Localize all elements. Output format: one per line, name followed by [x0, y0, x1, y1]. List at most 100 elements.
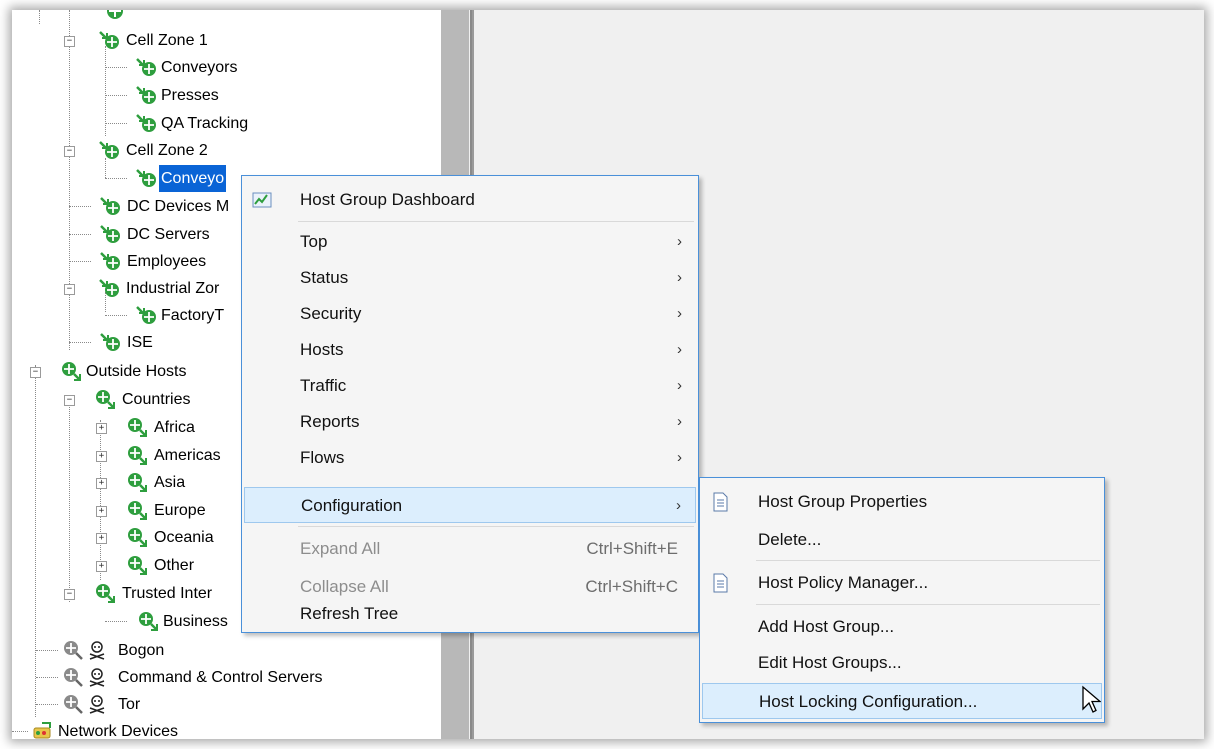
- menu-item-traffic[interactable]: Traffic ›: [244, 368, 696, 404]
- tree-node-conveyors-selected[interactable]: Conveyo: [105, 165, 227, 192]
- tree-node-bogon[interactable]: Bogon: [36, 637, 166, 664]
- configuration-submenu: Host Group Properties Delete... Host Pol…: [699, 477, 1105, 723]
- tree-node-dc-servers[interactable]: DC Servers: [69, 221, 212, 248]
- tree-node-business[interactable]: Business: [105, 608, 230, 635]
- submenu-arrow-icon: ›: [677, 449, 682, 466]
- menu-item-host-group-properties[interactable]: Host Group Properties: [702, 484, 1102, 520]
- menu-item-refresh-tree[interactable]: Refresh Tree: [244, 596, 696, 632]
- gray-host-group-icon: [64, 641, 83, 660]
- tree-node-command-control[interactable]: Command & Control Servers: [36, 664, 325, 691]
- expand-toggle[interactable]: +: [96, 533, 107, 544]
- tree-node-asia[interactable]: + Asia: [96, 469, 187, 496]
- tree-node-label: Oceania: [154, 529, 214, 546]
- tree-node-label: Business: [163, 613, 228, 630]
- menu-item-host-group-dashboard[interactable]: Host Group Dashboard: [244, 182, 696, 218]
- tree-line: [69, 342, 91, 344]
- collapse-toggle[interactable]: −: [64, 36, 75, 47]
- tree-node-label: DC Servers: [127, 226, 210, 243]
- collapse-toggle[interactable]: −: [64, 589, 75, 600]
- collapse-toggle[interactable]: −: [64, 395, 75, 406]
- skull-crossbones-icon: [89, 641, 105, 660]
- menu-item-label: Expand All: [300, 539, 381, 558]
- menu-separator: [298, 221, 694, 222]
- tree-node-label: Employees: [127, 253, 207, 270]
- tree-node-presses[interactable]: Presses: [105, 82, 221, 109]
- document-icon: [713, 573, 728, 593]
- expand-toggle[interactable]: +: [96, 506, 107, 517]
- tree-node-tor[interactable]: Tor: [36, 691, 142, 718]
- tree-node-americas[interactable]: + Americas: [96, 442, 223, 469]
- collapse-toggle[interactable]: −: [64, 284, 75, 295]
- submenu-arrow-icon: ›: [676, 497, 681, 514]
- tree-line: [69, 402, 71, 602]
- menu-item-top[interactable]: Top ›: [244, 224, 696, 260]
- application-window: − Cell Zone 1 Conveyors Presses QA Track…: [12, 10, 1204, 739]
- menu-item-edit-host-groups[interactable]: Edit Host Groups...: [702, 645, 1102, 681]
- tree-node-label: DC Devices M: [127, 198, 230, 215]
- menu-item-security[interactable]: Security ›: [244, 296, 696, 332]
- menu-item-label: Host Policy Manager...: [758, 573, 929, 592]
- menu-item-label: Edit Host Groups...: [758, 653, 902, 672]
- tree-node-qa-tracking[interactable]: QA Tracking: [105, 110, 250, 137]
- tree-node-africa[interactable]: + Africa: [96, 414, 197, 441]
- menu-item-reports[interactable]: Reports ›: [244, 404, 696, 440]
- tree-node-dc-devices[interactable]: DC Devices M: [69, 193, 231, 220]
- inside-host-group-icon: [136, 58, 156, 76]
- tree-node-other[interactable]: + Other: [96, 552, 196, 579]
- menu-item-host-policy-manager[interactable]: Host Policy Manager...: [702, 565, 1102, 601]
- tree-node-oceania[interactable]: + Oceania: [96, 524, 216, 551]
- menu-item-label: Host Group Dashboard: [300, 190, 475, 209]
- outside-host-group-icon: [96, 584, 115, 603]
- tree-node-outside-hosts[interactable]: − Outside Hosts: [30, 358, 188, 385]
- collapse-toggle[interactable]: −: [30, 367, 41, 378]
- inside-host-group-icon: [100, 197, 120, 215]
- menu-item-expand-all[interactable]: Expand All Ctrl+Shift+E: [244, 531, 696, 567]
- document-icon: [713, 492, 728, 512]
- tree-node-cell-zone-2[interactable]: − Cell Zone 2: [64, 137, 210, 164]
- inside-host-group-icon: [100, 225, 120, 243]
- expand-toggle[interactable]: +: [96, 561, 107, 572]
- expand-toggle[interactable]: +: [96, 423, 107, 434]
- tree-node-conveyors[interactable]: Conveyors: [105, 54, 239, 81]
- inside-host-group-icon: [99, 31, 119, 49]
- tree-line: [39, 10, 41, 24]
- gray-host-group-icon: [64, 668, 83, 687]
- tree-node-europe[interactable]: + Europe: [96, 497, 208, 524]
- tree-node-cell-zone-1[interactable]: − Cell Zone 1: [64, 27, 210, 54]
- expand-toggle[interactable]: +: [96, 478, 107, 489]
- tree-line: [36, 677, 58, 679]
- collapse-toggle[interactable]: −: [64, 146, 75, 157]
- submenu-arrow-icon: ›: [677, 233, 682, 250]
- tree-node-trusted-internet[interactable]: − Trusted Inter: [64, 580, 214, 607]
- menu-item-label: Top: [300, 232, 328, 251]
- tree-line: [36, 704, 58, 706]
- menu-item-label: Configuration: [301, 496, 403, 515]
- tree-line: [105, 67, 127, 69]
- tree-node-network-devices[interactable]: Network Devices: [12, 718, 180, 739]
- menu-item-label: Traffic: [300, 376, 347, 395]
- mouse-pointer-icon: [1082, 685, 1101, 713]
- submenu-arrow-icon: ›: [677, 269, 682, 286]
- tree-node-ise[interactable]: ISE: [69, 329, 155, 356]
- menu-separator: [756, 604, 1100, 605]
- dashboard-chart-icon: [252, 192, 272, 208]
- tree-node-label: Cell Zone 2: [126, 142, 208, 159]
- menu-item-hosts[interactable]: Hosts ›: [244, 332, 696, 368]
- expand-toggle[interactable]: +: [96, 451, 107, 462]
- menu-item-status[interactable]: Status ›: [244, 260, 696, 296]
- menu-item-label: Hosts: [300, 340, 344, 359]
- tree-node-employees[interactable]: Employees: [69, 248, 208, 275]
- menu-item-flows[interactable]: Flows ›: [244, 440, 696, 476]
- tree-node-factory[interactable]: FactoryT: [105, 302, 226, 329]
- menu-item-configuration[interactable]: Configuration ›: [244, 487, 696, 523]
- tree-node-industrial-zone[interactable]: − Industrial Zor: [64, 275, 221, 302]
- skull-crossbones-icon: [89, 695, 105, 714]
- menu-item-delete[interactable]: Delete...: [702, 522, 1102, 558]
- tree-line: [69, 234, 91, 236]
- menu-item-add-host-group[interactable]: Add Host Group...: [702, 609, 1102, 645]
- inside-host-group-icon: [107, 10, 123, 19]
- outside-host-group-icon: [128, 556, 147, 575]
- inside-host-group-icon: [136, 114, 156, 132]
- tree-node-countries[interactable]: − Countries: [64, 386, 192, 413]
- menu-item-host-locking-configuration[interactable]: Host Locking Configuration...: [702, 683, 1102, 719]
